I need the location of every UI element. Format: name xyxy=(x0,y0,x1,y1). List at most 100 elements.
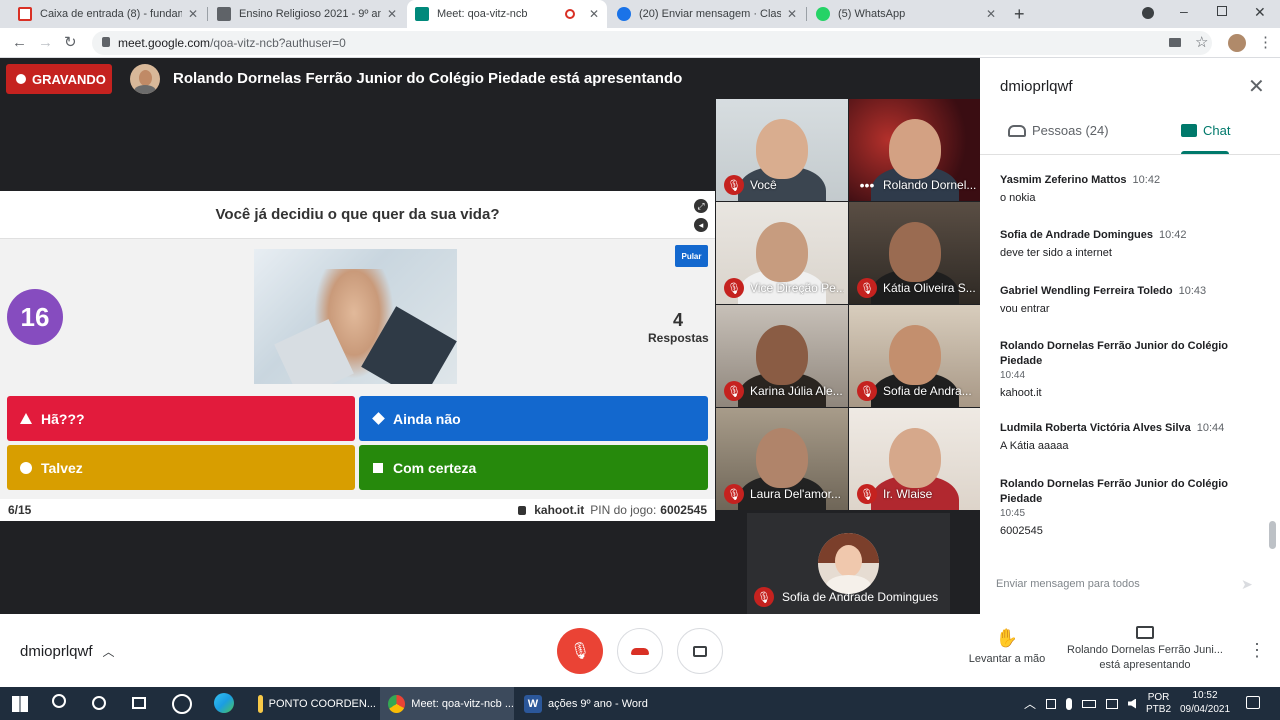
tab-divider xyxy=(806,7,807,21)
participant-tile[interactable]: 🎙 Você xyxy=(716,99,848,201)
close-icon[interactable]: ✕ xyxy=(787,7,797,21)
message-sender: Rolando Dornelas Ferrão Junior do Colégi… xyxy=(1000,340,1228,367)
microphone-icon[interactable] xyxy=(1066,697,1073,710)
camera-button[interactable] xyxy=(677,628,723,674)
participant-tile[interactable]: 🎙 Laura Del'amor... xyxy=(716,408,848,510)
more-options-icon[interactable]: ⋮ xyxy=(1248,640,1266,661)
network-icon[interactable] xyxy=(1106,698,1119,709)
tab-search-icon[interactable] xyxy=(1142,7,1154,19)
url-host: meet.google.com xyxy=(118,36,211,50)
participant-tile[interactable]: 🎙 Sofia de Andra... xyxy=(849,305,981,407)
back-arrow-icon[interactable]: ← xyxy=(12,34,27,51)
hang-up-icon xyxy=(631,647,649,655)
send-icon[interactable]: ➤ xyxy=(1241,576,1253,593)
folder-icon xyxy=(258,694,263,713)
meeting-details-toggle[interactable]: dmioprlqwf ︿ xyxy=(20,643,115,660)
answer-option-green[interactable]: Com certeza xyxy=(359,445,708,490)
recording-badge: GRAVANDO xyxy=(6,64,112,94)
participant-tile[interactable]: ••• Rolando Dornel... xyxy=(849,99,981,201)
answer-option-red[interactable]: Hã??? xyxy=(7,396,355,441)
tab-label: Pessoas (24) xyxy=(1032,123,1109,138)
minimize-icon[interactable]: – xyxy=(1180,3,1188,19)
system-clock[interactable]: 10:52 09/04/2021 xyxy=(1172,689,1238,717)
reload-icon[interactable]: ↻ xyxy=(64,33,77,51)
bookmark-star-icon[interactable]: ☆ xyxy=(1195,33,1208,51)
tab-whatsapp[interactable]: (5) WhatsApp ✕ xyxy=(808,0,1004,28)
participant-name: Kátia Oliveira S... xyxy=(883,281,976,295)
chat-message: Ludmila Roberta Victória Alves Silva 10:4… xyxy=(1000,421,1240,454)
raise-hand-button[interactable]: ✋ Levantar a mão xyxy=(962,628,1052,665)
answers-counter: 4 Respostas xyxy=(648,310,709,345)
tray-app-icon[interactable] xyxy=(1046,698,1057,709)
notification-center-icon[interactable] xyxy=(1246,696,1260,709)
forward-arrow-icon[interactable]: → xyxy=(38,34,53,51)
close-icon[interactable]: ✕ xyxy=(589,7,599,21)
browser-menu-icon[interactable]: ⋮ xyxy=(1258,33,1273,51)
window-close-icon[interactable]: ✕ xyxy=(1254,4,1266,21)
presenting-line1: Rolando Dornelas Ferrão Juni... xyxy=(1067,644,1223,656)
mic-off-button[interactable]: 🎙 xyxy=(557,628,603,674)
tab-gmail[interactable]: Caixa de entrada (8) - fundament ✕ xyxy=(10,0,206,28)
tray-chevron-up-icon[interactable]: ︿ xyxy=(1024,695,1036,712)
answer-option-blue[interactable]: Ainda não xyxy=(359,396,708,441)
message-time: 10:45 xyxy=(1000,508,1026,519)
hand-icon: ✋ xyxy=(995,628,1019,648)
chrome-icon xyxy=(388,694,406,713)
message-text: A Kátia aaaaa xyxy=(1000,440,1069,452)
sound-icon[interactable]: ◂ xyxy=(694,218,708,232)
new-tab-plus-icon[interactable]: + xyxy=(1014,4,1025,25)
tab-chat[interactable]: Chat xyxy=(1181,123,1230,138)
profile-avatar[interactable] xyxy=(1228,34,1246,52)
close-icon[interactable]: ✕ xyxy=(986,7,996,21)
search-icon[interactable] xyxy=(52,694,66,708)
tab-meet[interactable]: Meet: qoa-vitz-ncb ✕ xyxy=(407,0,607,28)
pin-label: PIN do jogo: xyxy=(590,503,657,517)
close-icon[interactable]: ✕ xyxy=(387,7,397,21)
participant-tile[interactable]: 🎙 Ir. Wlaise xyxy=(849,408,981,510)
skip-button[interactable]: Pular xyxy=(675,245,708,267)
close-icon[interactable]: ✕ xyxy=(188,7,198,21)
tab-people[interactable]: Pessoas (24) xyxy=(1008,123,1109,138)
cortana-icon[interactable] xyxy=(92,696,106,710)
camera-indicator-icon[interactable] xyxy=(1169,38,1181,47)
task-view-icon[interactable] xyxy=(132,697,146,709)
taskbar-item[interactable]: PONTO COORDEN... xyxy=(250,687,376,720)
chat-message: Rolando Dornelas Ferrão Junior do Colégi… xyxy=(1000,477,1240,539)
participant-tile[interactable]: 🎙 Vice Direção Pe... xyxy=(716,202,848,304)
url-bar[interactable]: meet.google.com/qoa-vitz-ncb?authuser=0 xyxy=(92,31,1212,55)
divider xyxy=(980,154,1280,155)
participant-tile[interactable]: 🎙 Kátia Oliveira S... xyxy=(849,202,981,304)
language-indicator[interactable]: POR PTB2 xyxy=(1146,692,1171,716)
tab-classapp[interactable]: (20) Enviar mensagem · ClassApp ✕ xyxy=(609,0,805,28)
present-screen-icon xyxy=(1136,626,1154,639)
taskbar-item-active[interactable]: Meet: qoa-vitz-ncb ... xyxy=(380,687,514,720)
question-image xyxy=(254,249,457,384)
taskbar-item[interactable]: W ações 9º ano - Word xyxy=(516,687,650,720)
answers-count: 4 xyxy=(672,310,683,330)
tab-classroom[interactable]: Ensino Religioso 2021 - 9º ano d ✕ xyxy=(209,0,405,28)
presenting-banner: Rolando Dornelas Ferrão Junior do Colégi… xyxy=(173,70,683,87)
answer-option-yellow[interactable]: Talvez xyxy=(7,445,355,490)
chat-message: Gabriel Wendling Ferreira Toledo 10:43 vo… xyxy=(1000,284,1240,317)
maximize-icon[interactable] xyxy=(1217,6,1227,16)
close-icon[interactable]: ✕ xyxy=(1248,74,1265,99)
record-dot-icon xyxy=(16,74,26,84)
presenting-button[interactable]: Rolando Dornelas Ferrão Juni... está apr… xyxy=(1062,626,1228,673)
mic-off-icon: 🎙 xyxy=(569,643,591,660)
tab-title: Caixa de entrada (8) - fundament xyxy=(40,8,182,20)
volume-icon[interactable] xyxy=(1128,698,1137,709)
chat-input[interactable]: Enviar mensagem para todos xyxy=(996,578,1216,590)
mic-off-icon: 🎙 xyxy=(724,175,744,195)
answers-label: Respostas xyxy=(648,331,709,345)
message-text: vou entrar xyxy=(1000,303,1050,315)
fullscreen-icon[interactable]: ⤢ xyxy=(694,199,708,213)
taskbar-label: ações 9º ano - Word xyxy=(548,697,648,710)
edge-icon[interactable] xyxy=(214,693,234,713)
windows-start-icon[interactable] xyxy=(12,696,28,712)
leave-call-button[interactable] xyxy=(617,628,663,674)
dell-icon[interactable] xyxy=(172,694,192,714)
chat-scrollbar[interactable] xyxy=(1269,521,1276,549)
message-text: o nokia xyxy=(1000,192,1036,204)
battery-icon[interactable] xyxy=(1082,699,1097,708)
participant-tile[interactable]: 🎙 Karina Júlia Ale... xyxy=(716,305,848,407)
